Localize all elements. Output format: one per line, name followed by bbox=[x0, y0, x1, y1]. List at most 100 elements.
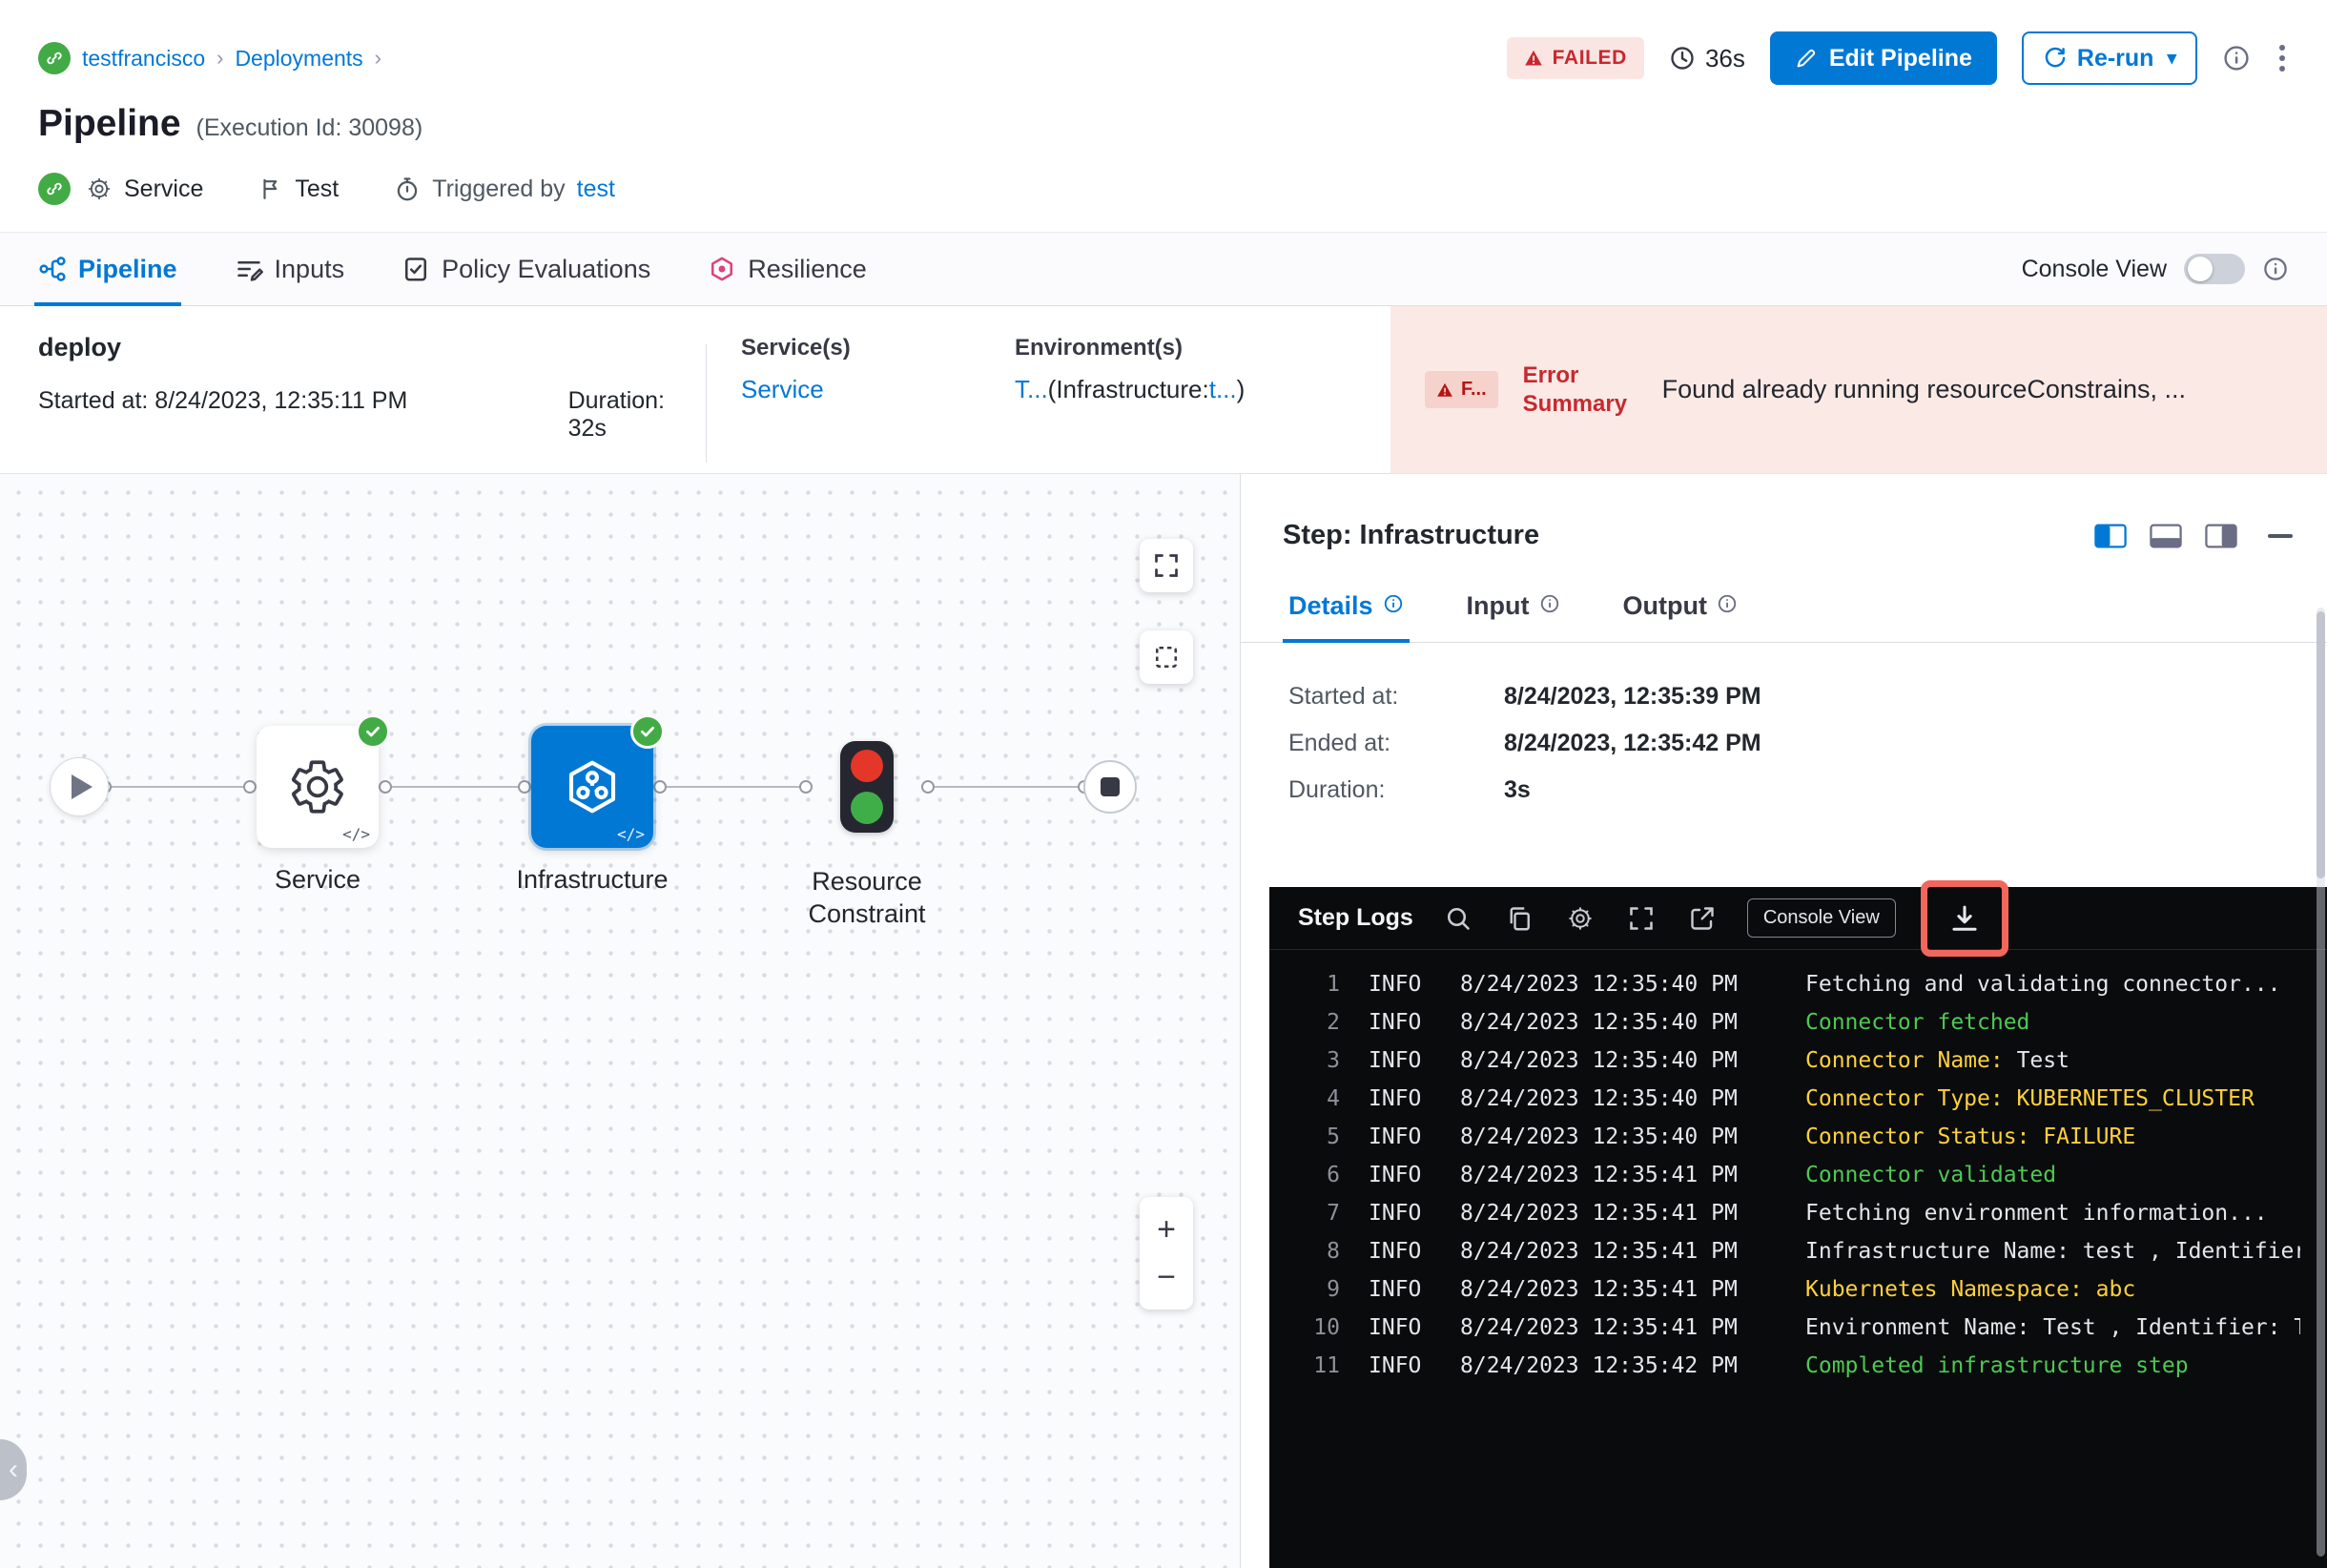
zoom-in-button[interactable]: + bbox=[1157, 1213, 1176, 1246]
fit-to-screen-button[interactable] bbox=[1140, 539, 1193, 592]
download-icon[interactable] bbox=[1948, 902, 1981, 935]
zoom-out-button[interactable]: − bbox=[1157, 1261, 1176, 1293]
open-in-new-icon[interactable] bbox=[1686, 902, 1719, 935]
info-icon[interactable] bbox=[2222, 44, 2251, 72]
tab-pipeline[interactable]: Pipeline bbox=[34, 233, 181, 306]
tab-resilience[interactable]: Resilience bbox=[708, 233, 867, 305]
service-meta: Service bbox=[86, 175, 203, 203]
detail-row: Started at: 8/24/2023, 12:35:39 PM bbox=[1288, 683, 1761, 710]
console-view-button[interactable]: Console View bbox=[1746, 898, 1896, 938]
log-message: Environment Name: Test , Identifier: Te bbox=[1805, 1315, 2300, 1340]
node-label: Service bbox=[274, 865, 361, 894]
edge-connector-dot bbox=[799, 780, 813, 794]
minimize-panel-button[interactable] bbox=[2268, 533, 2293, 538]
scrollbar-thumb[interactable] bbox=[2317, 611, 2325, 878]
edge-connector-dot bbox=[653, 780, 667, 794]
inputs-icon bbox=[237, 260, 263, 281]
error-summary-label: Error Summary bbox=[1522, 361, 1628, 417]
environment-link[interactable]: T... bbox=[1015, 375, 1048, 403]
environments-value: T...(Infrastructure:t...) bbox=[1015, 375, 1246, 403]
layout-right-view-icon[interactable] bbox=[2205, 524, 2237, 548]
stopwatch-icon bbox=[398, 177, 418, 201]
log-message: Fetching and validating connector... bbox=[1805, 972, 2281, 997]
log-lines: 1 INFO 8/24/2023 12:35:40 PM Fetching and v… bbox=[1269, 950, 2327, 1385]
refresh-icon bbox=[2045, 47, 2066, 68]
triggered-by: Triggered by test bbox=[394, 175, 615, 203]
tab-inputs[interactable]: Inputs bbox=[235, 233, 344, 305]
infrastructure-node[interactable]: </> bbox=[531, 714, 665, 848]
log-line: 6 INFO 8/24/2023 12:35:41 PM Connector vali… bbox=[1269, 1156, 2327, 1194]
log-message: Completed infrastructure step bbox=[1805, 1353, 2189, 1378]
trigger-user-link[interactable]: test bbox=[577, 175, 615, 203]
info-icon bbox=[1540, 594, 1558, 613]
step-logs-panel: Step Logs Console View 1 INFO 8/24/2023 … bbox=[1269, 879, 2327, 1568]
settings-gear-icon[interactable] bbox=[1564, 902, 1596, 935]
search-icon[interactable] bbox=[1442, 902, 1474, 935]
graph-edge bbox=[105, 786, 250, 788]
failed-badge-small: F... bbox=[1425, 371, 1498, 408]
log-message: Connector validated bbox=[1805, 1163, 2057, 1187]
tab-details[interactable]: Details bbox=[1283, 591, 1410, 643]
success-check-icon bbox=[356, 714, 390, 749]
chevron-right-icon: › bbox=[374, 46, 381, 70]
breadcrumb-deployments[interactable]: Deployments bbox=[235, 46, 362, 72]
log-message: Connector Type: KUBERNETES_CLUSTER bbox=[1805, 1086, 2255, 1111]
log-line: 5 INFO 8/24/2023 12:35:40 PM Connector Stat… bbox=[1269, 1118, 2327, 1156]
detail-row: Ended at: 8/24/2023, 12:35:42 PM bbox=[1288, 730, 1761, 756]
tab-policy-evaluations[interactable]: Policy Evaluations bbox=[402, 233, 650, 305]
node-label: Resource Constraint bbox=[808, 867, 926, 928]
console-view-toggle[interactable] bbox=[2184, 254, 2245, 284]
edit-pipeline-button[interactable]: Edit Pipeline bbox=[1769, 31, 1997, 85]
zoom-controls: + − bbox=[1140, 1197, 1193, 1310]
template-code-badge: </> bbox=[617, 825, 645, 843]
info-icon[interactable] bbox=[2262, 256, 2289, 282]
step-panel-title: Step: Infrastructure bbox=[1283, 520, 1540, 550]
copy-icon[interactable] bbox=[1503, 902, 1535, 935]
log-line: 4 INFO 8/24/2023 12:35:40 PM Connector Type… bbox=[1269, 1080, 2327, 1118]
log-message: Infrastructure Name: test , Identifier: bbox=[1805, 1239, 2300, 1264]
layout-bottom-view-icon[interactable] bbox=[2150, 524, 2182, 548]
more-options-icon[interactable] bbox=[2276, 41, 2289, 75]
marquee-select-button[interactable] bbox=[1140, 630, 1193, 684]
error-summary-message: Found already running resourceConstrains… bbox=[1661, 375, 2186, 403]
resilience-icon bbox=[711, 257, 733, 281]
execution-id: (Execution Id: 30098) bbox=[196, 114, 423, 141]
fullscreen-icon[interactable] bbox=[1625, 902, 1658, 935]
info-icon bbox=[1384, 594, 1402, 613]
status-badge: FAILED bbox=[1506, 37, 1644, 79]
link-icon bbox=[38, 173, 71, 205]
log-message: Connector Name: Test bbox=[1805, 1048, 2070, 1073]
log-line: 11 INFO 8/24/2023 12:35:42 PM Completed inf… bbox=[1269, 1347, 2327, 1385]
error-summary-bar: F... Error Summary Found already running… bbox=[1390, 306, 2327, 473]
edge-connector-dot bbox=[921, 780, 935, 794]
tab-input[interactable]: Input bbox=[1467, 591, 1560, 642]
breadcrumb-project[interactable]: testfrancisco bbox=[82, 46, 205, 72]
rerun-button[interactable]: Re-run ▾ bbox=[2021, 31, 2197, 85]
edge-connector-dot bbox=[243, 780, 257, 794]
layout-split-view-icon[interactable] bbox=[2094, 524, 2127, 548]
template-code-badge: </> bbox=[342, 825, 370, 843]
log-message: Kubernetes Namespace: abc bbox=[1805, 1277, 2136, 1302]
service-node[interactable]: </> bbox=[257, 714, 390, 848]
expand-icon bbox=[1155, 554, 1178, 577]
stage-duration: Duration: 32s bbox=[567, 387, 666, 442]
service-link[interactable]: Service bbox=[741, 375, 980, 404]
red-light-icon bbox=[851, 750, 883, 783]
tab-output[interactable]: Output bbox=[1623, 591, 1738, 642]
stage-name: deploy bbox=[38, 333, 122, 361]
resource-constraint-node[interactable] bbox=[840, 741, 894, 833]
scrollbar-track bbox=[2317, 608, 2325, 1557]
play-icon bbox=[72, 774, 93, 799]
end-node[interactable] bbox=[1083, 760, 1137, 814]
download-highlight-annotation bbox=[1920, 879, 2008, 957]
pipeline-graph-canvas[interactable]: </> Service </> Infrastructure Resource … bbox=[0, 474, 1240, 1568]
log-line: 8 INFO 8/24/2023 12:35:41 PM Infrastructure… bbox=[1327, 1239, 2300, 1264]
console-view-label: Console View bbox=[2021, 255, 2167, 282]
start-node[interactable] bbox=[50, 757, 109, 816]
page-header: testfrancisco › Deployments › FAILED 36s bbox=[0, 0, 2327, 232]
flag-icon bbox=[263, 178, 278, 199]
infrastructure-link[interactable]: t... bbox=[1209, 375, 1237, 403]
breadcrumb: testfrancisco › Deployments › bbox=[38, 42, 381, 74]
warning-icon bbox=[1524, 50, 1542, 66]
collapse-left-arrow[interactable]: ‹ bbox=[0, 1439, 27, 1500]
